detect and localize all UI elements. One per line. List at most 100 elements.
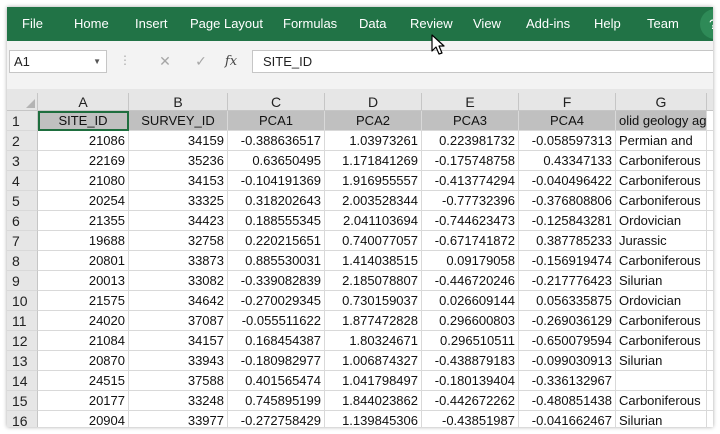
cell-b[interactable]: 37588 [129, 371, 228, 391]
cell-e[interactable]: -0.442672262 [422, 391, 519, 411]
cell-e[interactable]: -0.446720246 [422, 271, 519, 291]
cell-g[interactable]: Silurian [616, 271, 707, 291]
cell-h[interactable]: A [707, 311, 713, 331]
cell-c[interactable]: -0.055511622 [228, 311, 325, 331]
tab-data[interactable]: Data [359, 7, 386, 41]
cell-c[interactable]: 0.63650495 [228, 151, 325, 171]
cell-f[interactable]: -0.650079594 [519, 331, 616, 351]
cell-e[interactable]: -0.413774294 [422, 171, 519, 191]
cell-h[interactable]: A [707, 211, 713, 231]
cell-e[interactable]: -0.744623473 [422, 211, 519, 231]
row-header[interactable]: 9 [7, 271, 38, 291]
cell-h[interactable]: C [707, 151, 713, 171]
cell-b[interactable]: 35236 [129, 151, 228, 171]
cell-c[interactable]: 0.885530031 [228, 251, 325, 271]
column-header-h[interactable] [707, 93, 713, 111]
row-header[interactable]: 8 [7, 251, 38, 271]
cell-d[interactable]: 0.730159037 [325, 291, 422, 311]
cell-b[interactable]: 33082 [129, 271, 228, 291]
column-header-f[interactable]: F [519, 93, 616, 111]
tab-file[interactable]: File [22, 7, 43, 41]
cell-f[interactable]: -0.480851438 [519, 391, 616, 411]
cell-d[interactable]: 1.916955557 [325, 171, 422, 191]
cell-e[interactable]: -0.77732396 [422, 191, 519, 211]
tab-view[interactable]: View [473, 7, 501, 41]
cell-a[interactable]: 21575 [38, 291, 129, 311]
cell-g[interactable]: Permian and [616, 131, 707, 151]
name-box[interactable]: A1 ▼ [9, 50, 107, 73]
row-header[interactable]: 2 [7, 131, 38, 151]
cell-a[interactable]: 21086 [38, 131, 129, 151]
cell-a[interactable]: 19688 [38, 231, 129, 251]
header-cell-g[interactable]: olid geology ag [616, 111, 707, 131]
row-header[interactable]: 6 [7, 211, 38, 231]
header-cell-h[interactable] [707, 111, 713, 131]
cell-b[interactable]: 33248 [129, 391, 228, 411]
insert-function-icon[interactable]: fx [219, 50, 243, 73]
cell-h[interactable]: S [707, 191, 713, 211]
cell-e[interactable]: -0.671741872 [422, 231, 519, 251]
cell-c[interactable]: 0.401565474 [228, 371, 325, 391]
cell-d[interactable]: 2.185078807 [325, 271, 422, 291]
cell-g[interactable]: Silurian [616, 411, 707, 427]
cell-a[interactable]: 22169 [38, 151, 129, 171]
cell-g[interactable]: Carboniferous [616, 311, 707, 331]
cell-f[interactable]: 0.43347133 [519, 151, 616, 171]
cell-f[interactable]: -0.376808806 [519, 191, 616, 211]
cell-h[interactable]: C [707, 251, 713, 271]
cell-e[interactable]: 0.223981732 [422, 131, 519, 151]
cell-a[interactable]: 20254 [38, 191, 129, 211]
row-header[interactable]: 4 [7, 171, 38, 191]
cell-b[interactable]: 37087 [129, 311, 228, 331]
row-header[interactable]: 3 [7, 151, 38, 171]
cell-d[interactable]: 0.740077057 [325, 231, 422, 251]
row-header[interactable]: 13 [7, 351, 38, 371]
cell-c[interactable]: 0.745895199 [228, 391, 325, 411]
cell-f[interactable]: -0.269036129 [519, 311, 616, 331]
cell-d[interactable]: 1.171841269 [325, 151, 422, 171]
cell-f[interactable]: -0.058597313 [519, 131, 616, 151]
cell-c[interactable]: 0.220215651 [228, 231, 325, 251]
cell-f[interactable]: -0.156919474 [519, 251, 616, 271]
column-header-a[interactable]: A [38, 93, 129, 111]
cell-b[interactable]: 34157 [129, 331, 228, 351]
cell-f[interactable]: 0.387785233 [519, 231, 616, 251]
row-header[interactable]: 14 [7, 371, 38, 391]
header-cell-d[interactable]: PCA2 [325, 111, 422, 131]
cell-g[interactable]: Silurian [616, 351, 707, 371]
tab-help[interactable]: Help [594, 7, 621, 41]
cell-e[interactable]: -0.438879183 [422, 351, 519, 371]
cell-c[interactable]: 0.188555345 [228, 211, 325, 231]
row-header[interactable]: 16 [7, 411, 38, 427]
lightbulb-icon[interactable]: ? [700, 9, 713, 39]
cell-g[interactable]: Ordovician [616, 291, 707, 311]
column-header-c[interactable]: C [228, 93, 325, 111]
cell-c[interactable]: 0.168454387 [228, 331, 325, 351]
cell-d[interactable]: 1.041798497 [325, 371, 422, 391]
cell-g[interactable]: Carboniferous [616, 331, 707, 351]
cell-c[interactable]: -0.180982977 [228, 351, 325, 371]
cell-f[interactable]: -0.336132967 [519, 371, 616, 391]
cell-f[interactable]: -0.099030913 [519, 351, 616, 371]
cancel-icon[interactable]: ✕ [153, 50, 177, 73]
row-header[interactable]: 5 [7, 191, 38, 211]
cell-c[interactable]: -0.270029345 [228, 291, 325, 311]
confirm-icon[interactable]: ✓ [189, 50, 213, 73]
cell-b[interactable]: 34159 [129, 131, 228, 151]
cell-c[interactable]: -0.388636517 [228, 131, 325, 151]
cell-d[interactable]: 1.03973261 [325, 131, 422, 151]
cell-d[interactable]: 1.006874327 [325, 351, 422, 371]
cell-h[interactable]: H [707, 351, 713, 371]
row-header[interactable]: 12 [7, 331, 38, 351]
cell-g[interactable]: Ordovician [616, 211, 707, 231]
cell-a[interactable]: 20177 [38, 391, 129, 411]
cell-h[interactable] [707, 371, 713, 391]
cell-h[interactable]: C [707, 131, 713, 151]
cell-e[interactable]: 0.09179058 [422, 251, 519, 271]
row-header[interactable]: 11 [7, 311, 38, 331]
cell-a[interactable]: 21084 [38, 331, 129, 351]
header-cell-e[interactable]: PCA3 [422, 111, 519, 131]
cell-e[interactable]: 0.296600803 [422, 311, 519, 331]
cell-d[interactable]: 1.80324671 [325, 331, 422, 351]
cell-b[interactable]: 34153 [129, 171, 228, 191]
